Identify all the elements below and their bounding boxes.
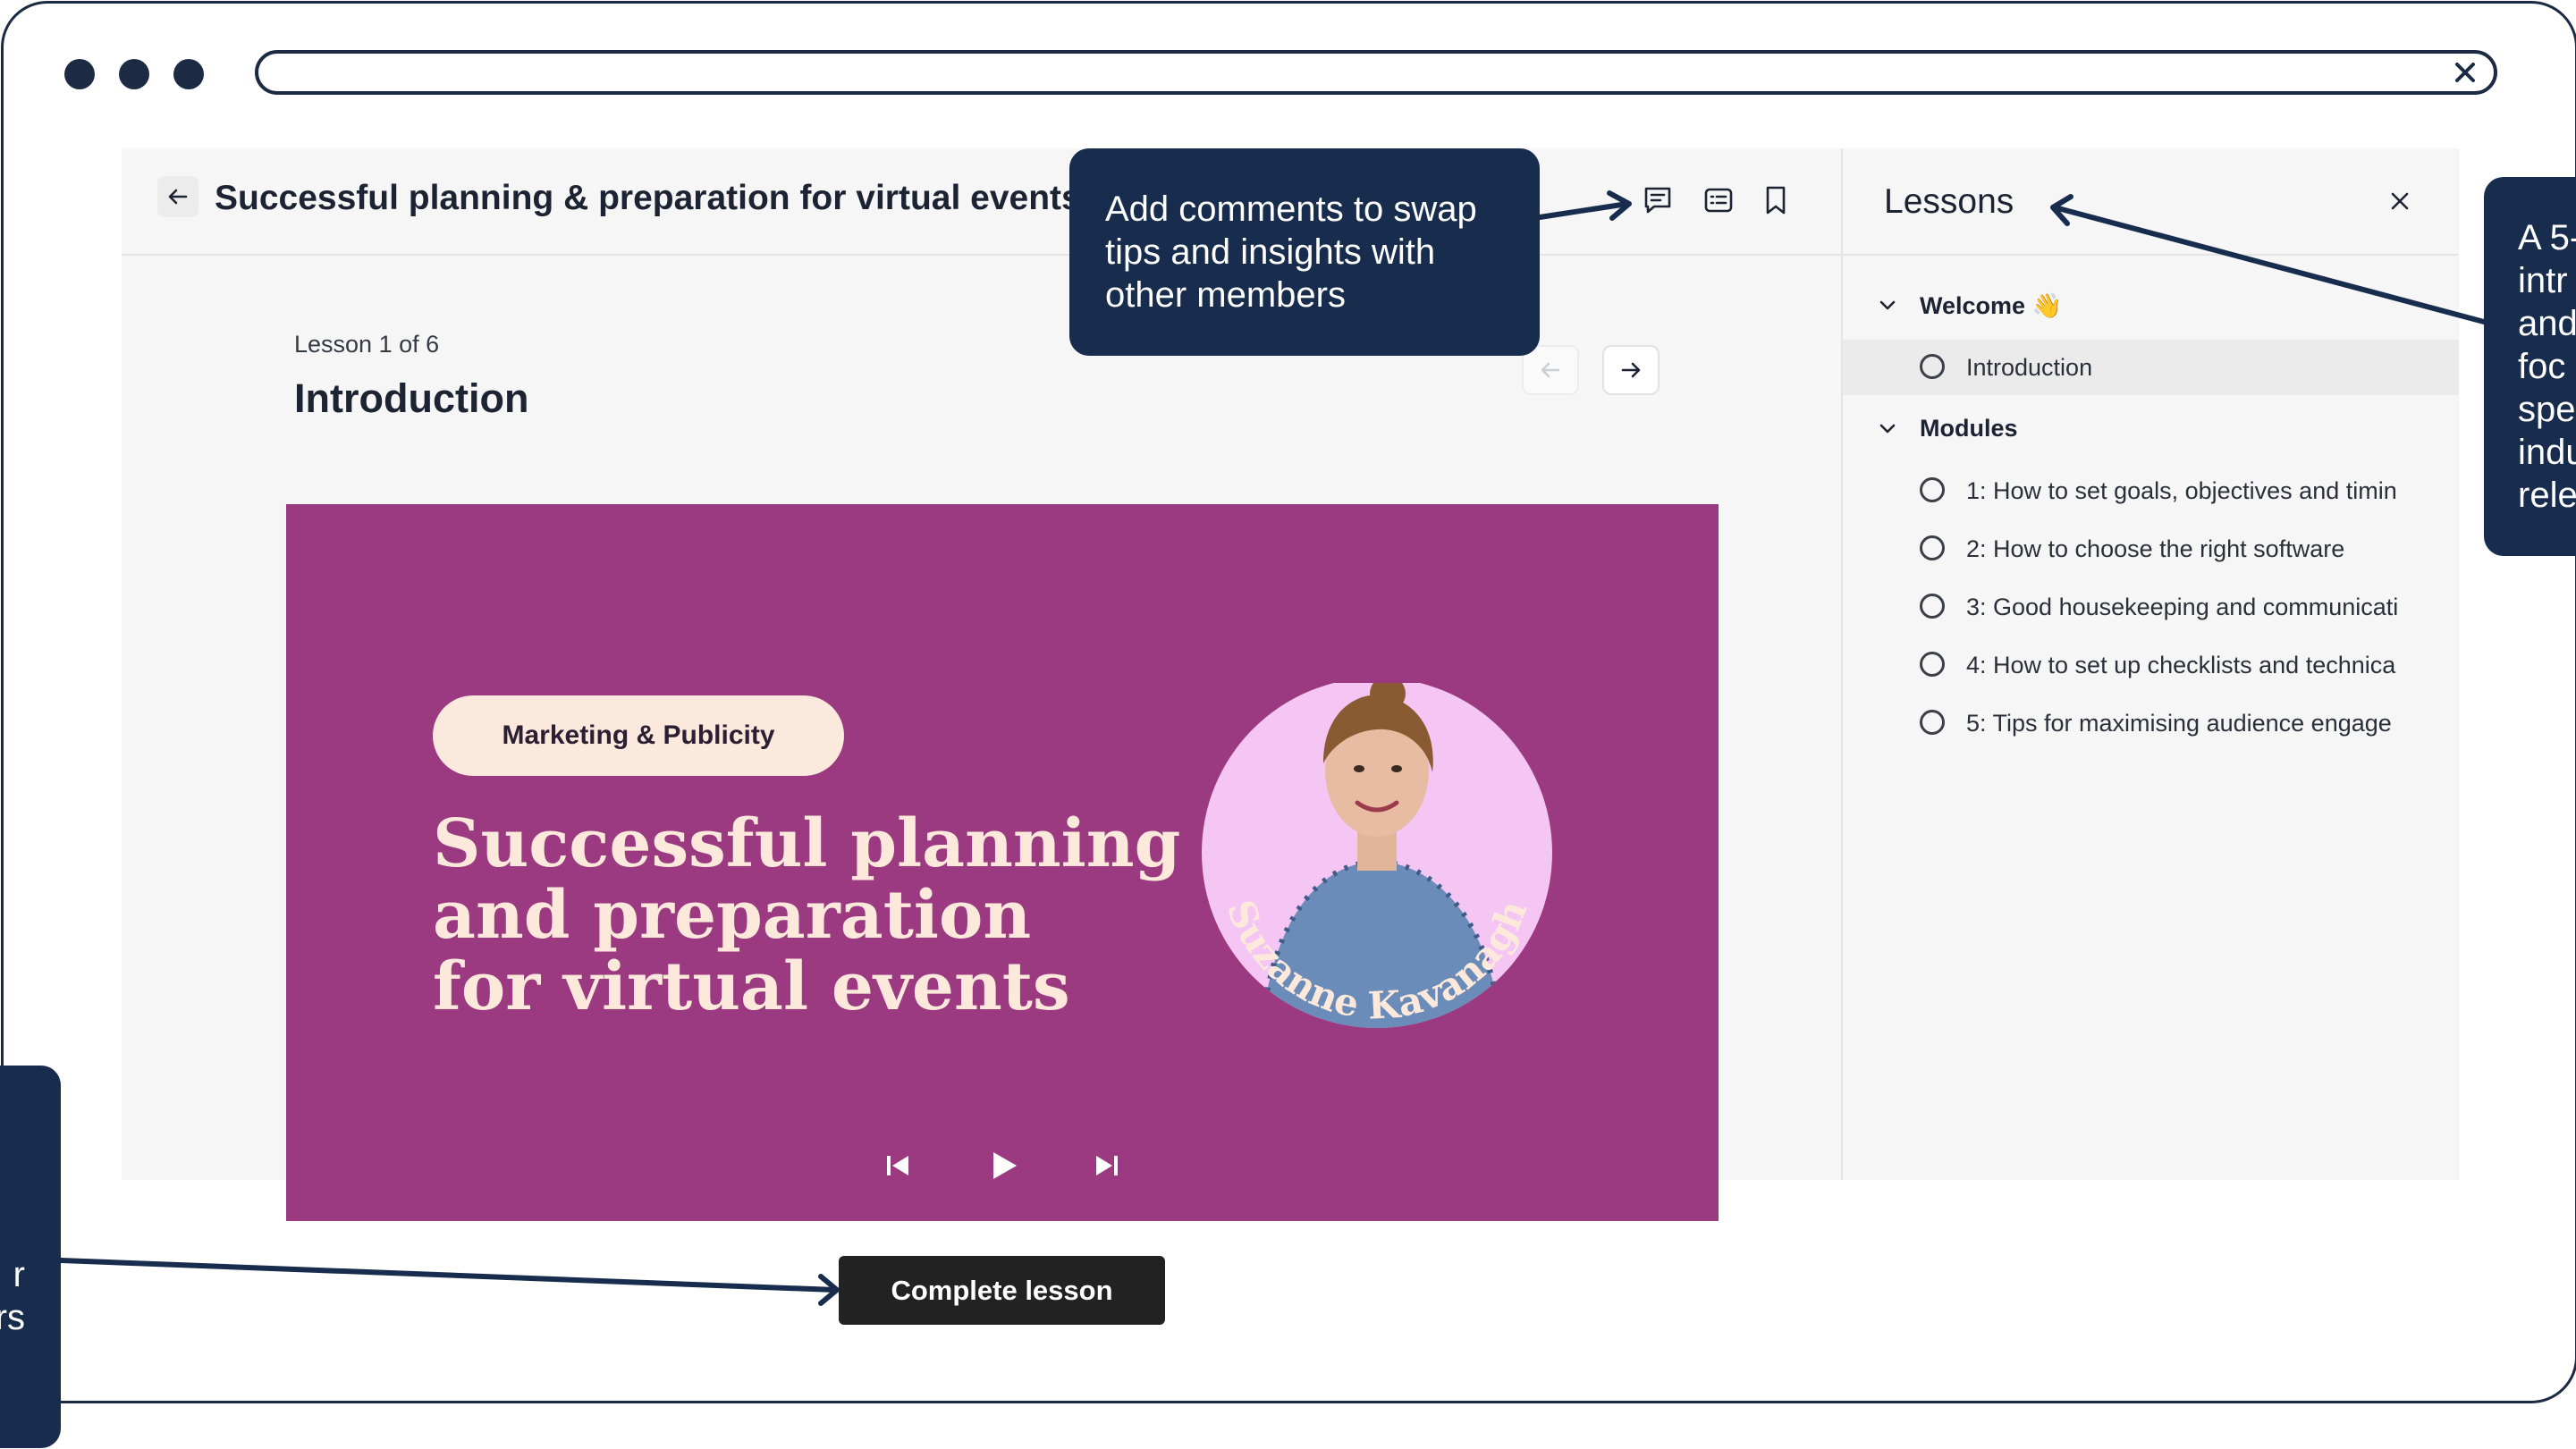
arrow-connector	[58, 1258, 838, 1293]
arrow-connector	[2052, 205, 2487, 324]
callout-arrows	[58, 190, 2487, 1306]
